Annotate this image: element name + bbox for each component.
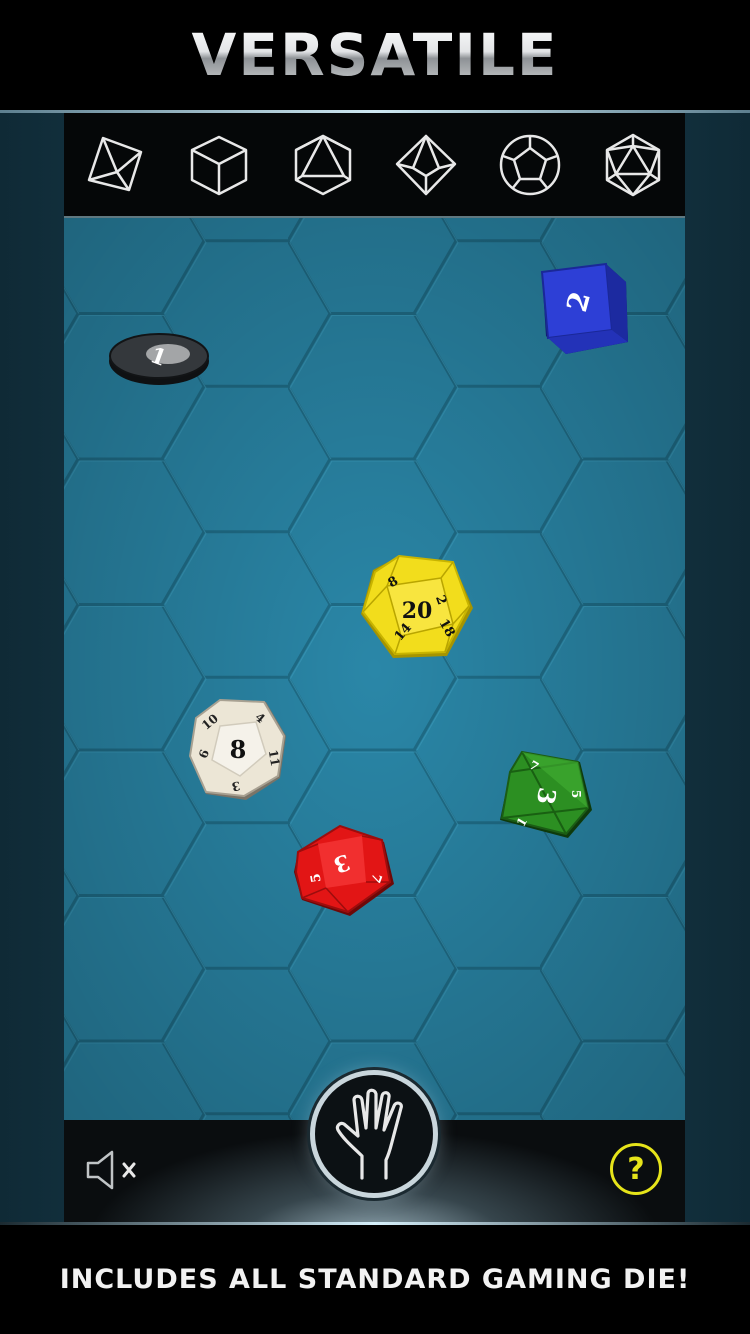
help-button[interactable]: ? [610, 1143, 662, 1195]
d20-button[interactable] [598, 130, 668, 200]
d10-die[interactable]: 3 5 7 [292, 822, 396, 918]
d20-icon [606, 133, 661, 196]
d8-die[interactable]: 3 1 5 7 [498, 748, 594, 840]
d6-icon [191, 135, 248, 195]
d12-icon [499, 134, 560, 195]
header-banner: VERSATILE [0, 0, 750, 110]
speaker-muted-icon [86, 1150, 136, 1190]
d10-button[interactable] [391, 130, 461, 200]
dice-table[interactable]: 1 2 20 8 2 14 18 8 4 11 6 3 10 3 1 5 7 3… [64, 218, 685, 1120]
d12-die[interactable]: 8 4 11 6 3 10 [186, 696, 290, 804]
coin-die[interactable]: 1 [106, 328, 212, 390]
d20-die[interactable]: 20 8 2 14 18 [357, 552, 475, 664]
d20-face-value: 20 [402, 598, 433, 624]
footer-caption: INCLUDES ALL STANDARD GAMING DIE! [59, 1264, 691, 1295]
help-button-label: ? [627, 1151, 645, 1187]
footer-banner: INCLUDES ALL STANDARD GAMING DIE! [0, 1225, 750, 1334]
d4-icon [87, 136, 142, 191]
d4-button[interactable] [81, 130, 151, 200]
d8-icon [294, 134, 351, 195]
die-selector-bar [64, 113, 685, 218]
d12-button[interactable] [495, 130, 565, 200]
d6-button[interactable] [184, 130, 254, 200]
d8-button[interactable] [288, 130, 358, 200]
hand-icon [335, 1088, 403, 1180]
d8-side-face: 5 [569, 790, 583, 798]
roll-dice-button[interactable] [310, 1070, 438, 1198]
d12-face-value: 8 [230, 735, 247, 764]
header-title: VERSATILE [191, 21, 559, 89]
d10-icon [396, 134, 457, 195]
d6-die[interactable]: 2 [536, 260, 632, 360]
d12-side-face: 11 [266, 749, 283, 768]
mute-button[interactable] [84, 1148, 144, 1192]
